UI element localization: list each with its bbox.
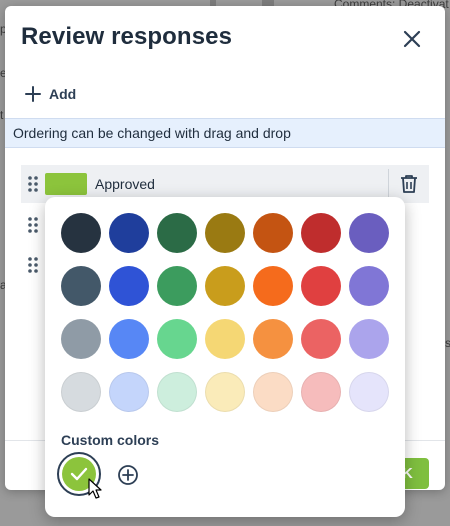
color-swatch-option[interactable] bbox=[61, 319, 101, 359]
color-swatch-option[interactable] bbox=[109, 319, 149, 359]
add-custom-color-icon[interactable] bbox=[117, 464, 139, 486]
color-swatch-option[interactable] bbox=[109, 372, 149, 412]
color-swatch-option[interactable] bbox=[301, 266, 341, 306]
drag-handle-icon[interactable] bbox=[28, 176, 38, 192]
color-swatch-option[interactable] bbox=[109, 266, 149, 306]
close-button[interactable] bbox=[401, 28, 423, 50]
color-swatch-option[interactable] bbox=[301, 213, 341, 253]
row-divider bbox=[388, 169, 389, 199]
color-swatch-option[interactable] bbox=[157, 266, 197, 306]
drag-handle-icon[interactable] bbox=[28, 257, 38, 273]
add-response-label: Add bbox=[49, 86, 77, 102]
plus-icon bbox=[25, 86, 41, 102]
color-swatch-option[interactable] bbox=[157, 319, 197, 359]
color-swatch-option[interactable] bbox=[253, 213, 293, 253]
color-swatch-option[interactable] bbox=[157, 372, 197, 412]
color-swatch-option[interactable] bbox=[61, 372, 101, 412]
color-swatch-option[interactable] bbox=[349, 319, 389, 359]
close-icon bbox=[403, 30, 421, 48]
background-fragment: t bbox=[0, 108, 4, 122]
drag-drop-info: Ordering can be changed with drag and dr… bbox=[5, 118, 445, 148]
color-swatch-option[interactable] bbox=[349, 266, 389, 306]
color-swatch-option[interactable] bbox=[301, 372, 341, 412]
color-swatch-option[interactable] bbox=[205, 372, 245, 412]
trash-icon[interactable] bbox=[400, 174, 418, 194]
color-swatch-option[interactable] bbox=[61, 266, 101, 306]
add-response-button[interactable]: Add bbox=[25, 82, 76, 106]
color-picker-popover: Custom colors bbox=[45, 197, 405, 517]
background-fragment: s bbox=[445, 336, 450, 350]
color-swatch-option[interactable] bbox=[253, 319, 293, 359]
color-swatch-option[interactable] bbox=[301, 319, 341, 359]
color-swatch-option[interactable] bbox=[349, 372, 389, 412]
response-label: Approved bbox=[95, 176, 155, 192]
color-swatch-option[interactable] bbox=[205, 213, 245, 253]
color-swatch-option[interactable] bbox=[253, 372, 293, 412]
drag-handle-icon[interactable] bbox=[28, 217, 38, 233]
color-swatch-option[interactable] bbox=[253, 266, 293, 306]
color-swatch-option[interactable] bbox=[109, 213, 149, 253]
custom-colors-title: Custom colors bbox=[61, 432, 160, 448]
mouse-cursor-icon bbox=[88, 478, 102, 499]
color-swatch-option[interactable] bbox=[349, 213, 389, 253]
response-color-swatch[interactable] bbox=[45, 173, 87, 195]
color-swatch-option[interactable] bbox=[205, 319, 245, 359]
checkmark-icon bbox=[70, 467, 88, 481]
color-swatch-option[interactable] bbox=[157, 213, 197, 253]
dialog-title: Review responses bbox=[21, 23, 233, 50]
color-swatch-option[interactable] bbox=[61, 213, 101, 253]
color-swatch-option[interactable] bbox=[205, 266, 245, 306]
